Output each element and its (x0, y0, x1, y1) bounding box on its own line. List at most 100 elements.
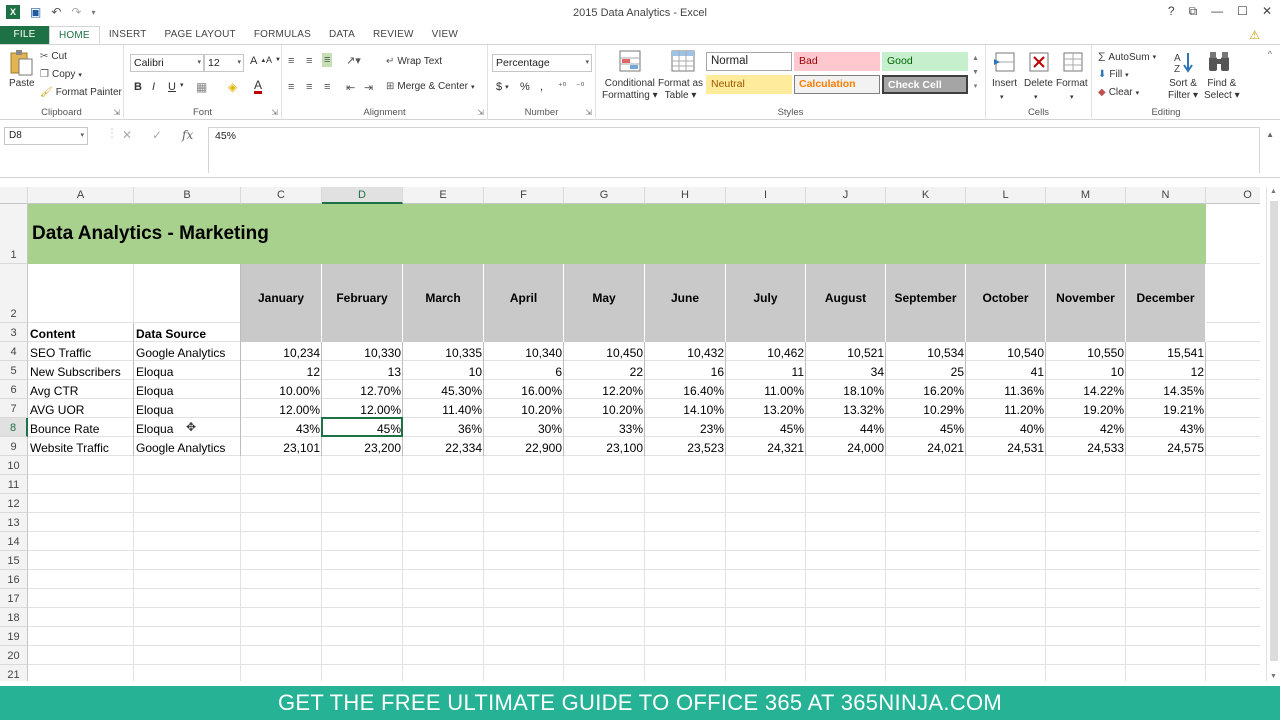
select-all-corner[interactable] (0, 187, 28, 204)
row-header-7[interactable]: 7 (0, 399, 28, 418)
tab-page-layout[interactable]: PAGE LAYOUT (156, 26, 245, 44)
value-cell[interactable]: 23% (645, 418, 726, 437)
value-cell[interactable]: 12.70% (322, 380, 403, 399)
month-header-august[interactable]: August (806, 264, 886, 342)
value-cell[interactable]: 24,531 (966, 437, 1046, 456)
conditional-formatting-icon[interactable] (618, 49, 644, 75)
value-cell[interactable]: 10,540 (966, 342, 1046, 361)
format-dropdown-icon[interactable]: ▾ (1070, 93, 1074, 101)
value-cell[interactable]: 12.00% (241, 399, 322, 418)
value-cell[interactable]: 16.00% (484, 380, 564, 399)
value-cell[interactable]: 22 (564, 361, 645, 380)
row-header-1[interactable]: 1 (0, 204, 28, 264)
column-header-i[interactable]: I (726, 187, 806, 204)
row-header-5[interactable]: 5 (0, 361, 28, 380)
content-cell[interactable]: Bounce Rate (28, 418, 134, 437)
sort-filter-icon[interactable]: AZ (1172, 49, 1198, 75)
value-cell[interactable]: 14.35% (1126, 380, 1206, 399)
value-cell[interactable]: 34 (806, 361, 886, 380)
italic-button[interactable]: I (152, 81, 155, 93)
value-cell[interactable]: 6 (484, 361, 564, 380)
tab-home[interactable]: HOME (49, 26, 100, 44)
tab-file[interactable]: FILE (0, 26, 49, 44)
font-launcher-icon[interactable]: ⇲ (271, 108, 278, 117)
style-good[interactable]: Good (882, 52, 968, 71)
column-header-n[interactable]: N (1126, 187, 1206, 204)
row-header-15[interactable]: 15 (0, 551, 28, 570)
value-cell[interactable]: 10.20% (564, 399, 645, 418)
binoculars-icon[interactable] (1206, 49, 1232, 75)
column-header-j[interactable]: J (806, 187, 886, 204)
paste-button[interactable]: Paste (9, 78, 35, 89)
row-header-4[interactable]: 4 (0, 342, 28, 361)
delete-dropdown-icon[interactable]: ▾ (1034, 93, 1038, 101)
month-header-january[interactable]: January (241, 264, 322, 342)
value-cell[interactable]: 13.20% (726, 399, 806, 418)
value-cell[interactable]: 22,334 (403, 437, 484, 456)
column-header-h[interactable]: H (645, 187, 726, 204)
row-header-13[interactable]: 13 (0, 513, 28, 532)
scroll-thumb[interactable] (1270, 201, 1278, 661)
alignment-launcher-icon[interactable]: ⇲ (477, 108, 484, 117)
content-cell[interactable]: SEO Traffic (28, 342, 134, 361)
value-cell[interactable]: 45.30% (403, 380, 484, 399)
value-cell[interactable]: 16 (645, 361, 726, 380)
value-cell[interactable]: 41 (966, 361, 1046, 380)
format-button[interactable]: Format (1056, 78, 1088, 89)
value-cell[interactable]: 16.20% (886, 380, 966, 399)
value-cell[interactable]: 24,021 (886, 437, 966, 456)
grow-font-button[interactable]: A ▲ (250, 55, 266, 67)
value-cell[interactable]: 43% (241, 418, 322, 437)
borders-icon[interactable]: ▦ (196, 80, 207, 94)
currency-button[interactable]: $ ▾ (496, 81, 509, 93)
format-as-table-icon[interactable] (670, 49, 696, 75)
style-bad[interactable]: Bad (794, 52, 880, 71)
minimize-icon[interactable]: — (1211, 4, 1223, 19)
value-cell[interactable]: 24,000 (806, 437, 886, 456)
copy-button[interactable]: ❐ Copy ▾ (40, 69, 82, 80)
row-header-18[interactable]: 18 (0, 608, 28, 627)
month-header-march[interactable]: March (403, 264, 484, 342)
bottom-align-icon[interactable]: ≡ (322, 53, 333, 67)
top-align-icon[interactable]: ≡ (288, 55, 294, 67)
tab-data[interactable]: DATA (320, 26, 364, 44)
content-cell[interactable]: AVG UOR (28, 399, 134, 418)
delete-button[interactable]: Delete (1024, 78, 1053, 89)
insert-cells-icon[interactable] (992, 49, 1018, 75)
sort-filter-button[interactable]: Sort & Filter ▾ (1168, 78, 1198, 102)
column-header-m[interactable]: M (1046, 187, 1126, 204)
value-cell[interactable]: 10.20% (484, 399, 564, 418)
value-cell[interactable]: 10,330 (322, 342, 403, 361)
maximize-icon[interactable]: ☐ (1237, 4, 1248, 19)
row-header-21[interactable]: 21 (0, 665, 28, 681)
value-cell[interactable]: 24,575 (1126, 437, 1206, 456)
value-cell[interactable]: 30% (484, 418, 564, 437)
insert-button[interactable]: Insert (992, 78, 1017, 89)
increase-indent-icon[interactable]: ⇥ (364, 81, 373, 94)
style-neutral[interactable]: Neutral (706, 75, 792, 94)
value-cell[interactable]: 19.20% (1046, 399, 1126, 418)
month-header-june[interactable]: June (645, 264, 726, 342)
value-cell[interactable]: 10 (403, 361, 484, 380)
month-header-april[interactable]: April (484, 264, 564, 342)
row-header-9[interactable]: 9 (0, 437, 28, 456)
content-header[interactable]: Content (28, 323, 134, 342)
value-cell[interactable]: 11.00% (726, 380, 806, 399)
styles-gallery-scroll[interactable]: ▲ ▼ ▾ (972, 53, 979, 92)
increase-decimal-icon[interactable]: ⁺⁰ (558, 81, 566, 92)
source-cell[interactable]: Eloqua (134, 361, 241, 380)
column-header-a[interactable]: A (28, 187, 134, 204)
row-header-12[interactable]: 12 (0, 494, 28, 513)
value-cell[interactable]: 15,541 (1126, 342, 1206, 361)
conditional-formatting-button[interactable]: Conditional Formatting ▾ (602, 78, 658, 102)
value-cell[interactable]: 23,101 (241, 437, 322, 456)
value-cell[interactable]: 44% (806, 418, 886, 437)
value-cell[interactable]: 45% (322, 418, 403, 437)
content-cell[interactable]: New Subscribers (28, 361, 134, 380)
column-header-k[interactable]: K (886, 187, 966, 204)
value-cell[interactable]: 18.10% (806, 380, 886, 399)
value-cell[interactable]: 14.22% (1046, 380, 1126, 399)
collapse-ribbon-icon[interactable]: ^ (1268, 49, 1272, 59)
value-cell[interactable]: 14.10% (645, 399, 726, 418)
bold-button[interactable]: B (134, 81, 142, 93)
